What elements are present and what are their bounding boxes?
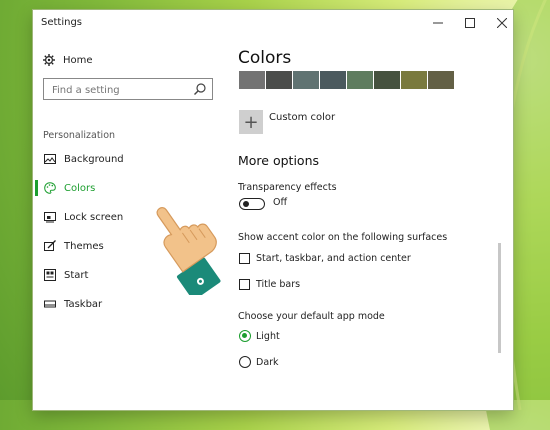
minimize-icon <box>433 22 443 24</box>
sidebar-item-label: Lock screen <box>64 211 124 223</box>
plus-icon: + <box>239 110 263 134</box>
sidebar-item-start[interactable]: Start <box>33 263 88 287</box>
custom-color-label: Custom color <box>269 112 336 123</box>
color-swatch[interactable] <box>293 71 319 89</box>
sidebar-home[interactable]: Home <box>43 54 93 66</box>
title-bars-label: Title bars <box>256 279 301 290</box>
search-icon <box>194 83 206 95</box>
brush-icon <box>44 240 56 251</box>
window-title: Settings <box>41 17 83 28</box>
search-box[interactable] <box>43 78 213 100</box>
sidebar-item-taskbar[interactable]: Taskbar <box>33 292 102 316</box>
color-swatch[interactable] <box>374 71 400 89</box>
color-swatch[interactable] <box>320 71 346 89</box>
sidebar-item-lock-screen[interactable]: Lock screen <box>33 205 123 229</box>
more-options-heading: More options <box>238 153 319 168</box>
dark-mode-radio[interactable] <box>239 356 251 368</box>
title-bar: Settings <box>33 10 513 38</box>
sidebar-item-label: Colors <box>64 182 96 194</box>
pointing-hand-icon <box>156 207 221 295</box>
start-icon <box>44 269 56 281</box>
app-mode-label: Choose your default app mode <box>238 311 385 322</box>
light-mode-label: Light <box>256 331 280 342</box>
dark-mode-label: Dark <box>256 357 279 368</box>
accent-swatches <box>239 71 454 89</box>
maximize-icon <box>465 18 475 28</box>
sidebar-item-label: Background <box>64 153 124 165</box>
settings-window: Settings Home Find a setting Personaliza… <box>33 10 513 410</box>
minimize-button[interactable] <box>427 14 449 32</box>
color-swatch[interactable] <box>347 71 373 89</box>
page-title: Colors <box>238 48 292 68</box>
section-title-personalization: Personalization <box>43 130 116 141</box>
colors-page: Colors + Custom color More options Trans… <box>238 38 503 410</box>
sidebar-item-label: Themes <box>64 240 104 252</box>
taskbar-icon <box>44 300 56 308</box>
close-icon <box>497 18 507 28</box>
sidebar-item-colors[interactable]: Colors <box>33 176 95 200</box>
close-button[interactable] <box>491 14 513 32</box>
home-label: Home <box>63 54 93 66</box>
custom-color-button[interactable]: + Custom color <box>239 110 335 134</box>
scrollbar[interactable] <box>498 243 501 353</box>
palette-icon <box>44 182 56 194</box>
color-swatch[interactable] <box>401 71 427 89</box>
sidebar-item-background[interactable]: Background <box>33 147 124 171</box>
accent-surfaces-label: Show accent color on the following surfa… <box>238 232 448 243</box>
sidebar-item-themes[interactable]: Themes <box>33 234 104 258</box>
picture-icon <box>44 154 56 164</box>
start-taskbar-label: Start, taskbar, and action center <box>256 253 411 264</box>
color-swatch[interactable] <box>428 71 454 89</box>
sidebar-item-label: Start <box>64 269 89 281</box>
transparency-state: Off <box>273 197 288 208</box>
lock-screen-icon <box>44 212 56 223</box>
sidebar-item-label: Taskbar <box>64 298 103 310</box>
search-input[interactable] <box>50 81 194 99</box>
color-swatch[interactable] <box>239 71 265 89</box>
maximize-button[interactable] <box>459 14 481 32</box>
color-swatch[interactable] <box>266 71 292 89</box>
light-mode-radio[interactable] <box>239 330 251 342</box>
gear-icon <box>43 54 55 66</box>
